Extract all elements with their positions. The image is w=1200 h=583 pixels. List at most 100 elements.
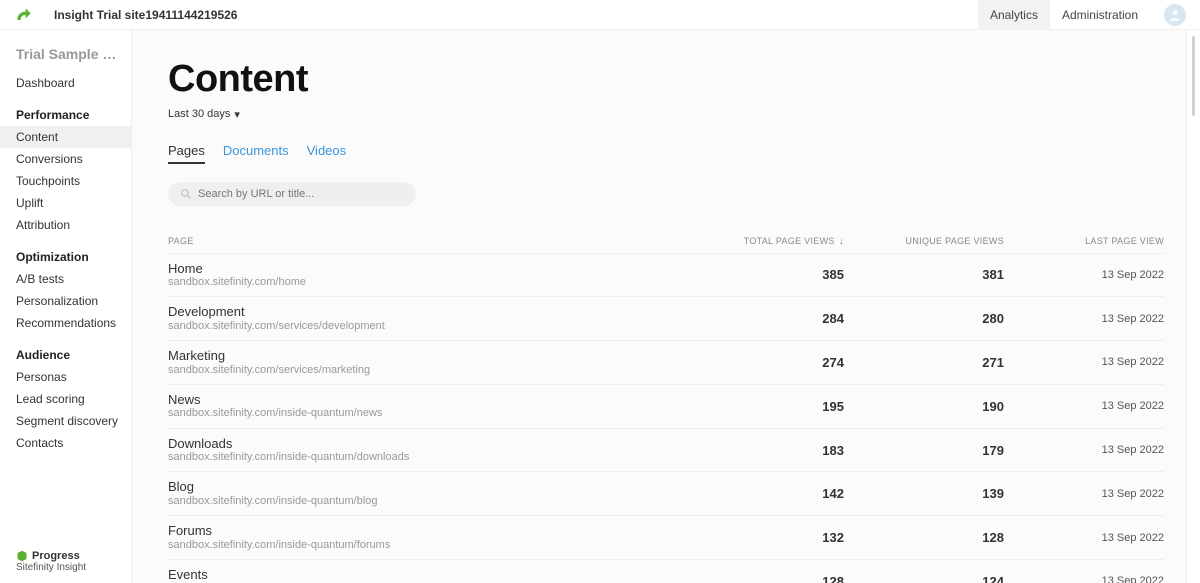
sidebar-heading: Performance [16,108,131,122]
page-title-cell: Home [168,261,684,277]
table-header-row: PAGE TOTAL PAGE VIEWS ↓ UNIQUE PAGE VIEW… [168,230,1164,253]
unique-views-cell: 124 [844,574,1004,583]
sidebar-item-segment-discovery[interactable]: Segment discovery [16,410,131,432]
col-header-total[interactable]: TOTAL PAGE VIEWS ↓ [684,236,844,247]
header-left: Insight Trial site19411144219526 [14,5,237,25]
scrollbar-thumb[interactable] [1192,36,1195,116]
sidebar-item-contacts[interactable]: Contacts [16,432,131,454]
date-range-selector[interactable]: Last 30 days ▾ [168,108,240,121]
unique-views-cell: 271 [844,355,1004,370]
pages-table: PAGE TOTAL PAGE VIEWS ↓ UNIQUE PAGE VIEW… [168,230,1164,583]
table-row[interactable]: Forumssandbox.sitefinity.com/inside-quan… [168,515,1164,559]
total-views-cell: 183 [684,443,844,458]
sidebar-item-a-b-tests[interactable]: A/B tests [16,268,131,290]
col-header-last[interactable]: LAST PAGE VIEW [1004,236,1164,247]
total-views-cell: 385 [684,267,844,282]
brand-progress-label: Progress [32,550,80,562]
page-cell: Marketingsandbox.sitefinity.com/services… [168,348,684,377]
tab-administration[interactable]: Administration [1050,0,1150,30]
brand-footer: Progress Sitefinity Insight [16,550,123,573]
total-views-cell: 284 [684,311,844,326]
page-title-cell: Blog [168,479,684,495]
sidebar-item-attribution[interactable]: Attribution [16,214,131,236]
unique-views-cell: 128 [844,530,1004,545]
content-tabs: Pages Documents Videos [168,143,1164,164]
last-view-cell: 13 Sep 2022 [1004,532,1164,544]
sidebar-heading: Optimization [16,250,131,264]
unique-views-cell: 190 [844,399,1004,414]
app-logo-icon[interactable] [14,5,34,25]
sidebar-item-personas[interactable]: Personas [16,366,131,388]
page-url-cell: sandbox.sitefinity.com/inside-quantum/bl… [168,495,684,508]
sidebar-item-content[interactable]: Content [0,126,131,148]
page-url-cell: sandbox.sitefinity.com/inside-quantum/fo… [168,539,684,552]
unique-views-cell: 179 [844,443,1004,458]
col-header-page[interactable]: PAGE [168,236,684,247]
unique-views-cell: 139 [844,486,1004,501]
table-row[interactable]: Newssandbox.sitefinity.com/inside-quantu… [168,384,1164,428]
page-title-cell: Events [168,567,684,583]
page-title: Content [168,58,1164,101]
sidebar-site-name[interactable]: Trial Sample Da... [16,46,131,62]
total-views-cell: 274 [684,355,844,370]
last-view-cell: 13 Sep 2022 [1004,356,1164,368]
page-title-cell: Downloads [168,436,684,452]
search-icon [180,188,192,200]
page-url-cell: sandbox.sitefinity.com/inside-quantum/do… [168,451,684,464]
unique-views-cell: 280 [844,311,1004,326]
last-view-cell: 13 Sep 2022 [1004,488,1164,500]
last-view-cell: 13 Sep 2022 [1004,400,1164,412]
page-cell: Blogsandbox.sitefinity.com/inside-quantu… [168,479,684,508]
table-row[interactable]: Downloadssandbox.sitefinity.com/inside-q… [168,428,1164,472]
sidebar-item-conversions[interactable]: Conversions [16,148,131,170]
page-title-cell: Marketing [168,348,684,364]
sidebar-item-dashboard[interactable]: Dashboard [16,72,131,94]
unique-views-cell: 381 [844,267,1004,282]
table-row[interactable]: Developmentsandbox.sitefinity.com/servic… [168,296,1164,340]
user-avatar[interactable] [1164,4,1186,26]
page-title-cell: Development [168,304,684,320]
tab-videos[interactable]: Videos [307,143,347,164]
page-url-cell: sandbox.sitefinity.com/services/marketin… [168,364,684,377]
total-views-cell: 142 [684,486,844,501]
last-view-cell: 13 Sep 2022 [1004,313,1164,325]
search-box[interactable] [168,182,416,206]
page-title-cell: Forums [168,523,684,539]
page-cell: Downloadssandbox.sitefinity.com/inside-q… [168,436,684,465]
search-input[interactable] [198,188,404,200]
page-url-cell: sandbox.sitefinity.com/home [168,276,684,289]
right-scrollbar-rail[interactable] [1186,30,1200,583]
tab-documents[interactable]: Documents [223,143,289,164]
sidebar-item-uplift[interactable]: Uplift [16,192,131,214]
sidebar-item-touchpoints[interactable]: Touchpoints [16,170,131,192]
page-url-cell: sandbox.sitefinity.com/inside-quantum/ne… [168,407,684,420]
page-cell: Homesandbox.sitefinity.com/home [168,261,684,290]
last-view-cell: 13 Sep 2022 [1004,444,1164,456]
col-header-unique[interactable]: UNIQUE PAGE VIEWS [844,236,1004,247]
last-view-cell: 13 Sep 2022 [1004,575,1164,583]
app-header: Insight Trial site19411144219526 Analyti… [0,0,1200,30]
page-cell: Newssandbox.sitefinity.com/inside-quantu… [168,392,684,421]
total-views-cell: 132 [684,530,844,545]
sidebar: Trial Sample Da... Dashboard Performance… [0,30,132,583]
brand-sitefinity-insight: Sitefinity Insight [16,562,123,573]
table-row[interactable]: Blogsandbox.sitefinity.com/inside-quantu… [168,471,1164,515]
tab-pages[interactable]: Pages [168,143,205,164]
table-row[interactable]: Homesandbox.sitefinity.com/home38538113 … [168,253,1164,297]
table-row[interactable]: Marketingsandbox.sitefinity.com/services… [168,340,1164,384]
sidebar-item-personalization[interactable]: Personalization [16,290,131,312]
page-cell: Eventssandbox.sitefinity.com/company/eve… [168,567,684,583]
table-row[interactable]: Eventssandbox.sitefinity.com/company/eve… [168,559,1164,583]
tab-analytics[interactable]: Analytics [978,0,1050,30]
sidebar-item-lead-scoring[interactable]: Lead scoring [16,388,131,410]
page-url-cell: sandbox.sitefinity.com/services/developm… [168,320,684,333]
sidebar-item-recommendations[interactable]: Recommendations [16,312,131,334]
header-right: Analytics Administration [978,0,1186,30]
last-view-cell: 13 Sep 2022 [1004,269,1164,281]
page-cell: Developmentsandbox.sitefinity.com/servic… [168,304,684,333]
brand-progress: Progress [16,550,123,562]
total-views-cell: 195 [684,399,844,414]
site-title[interactable]: Insight Trial site19411144219526 [54,8,237,22]
page-title-cell: News [168,392,684,408]
total-views-cell: 128 [684,574,844,583]
